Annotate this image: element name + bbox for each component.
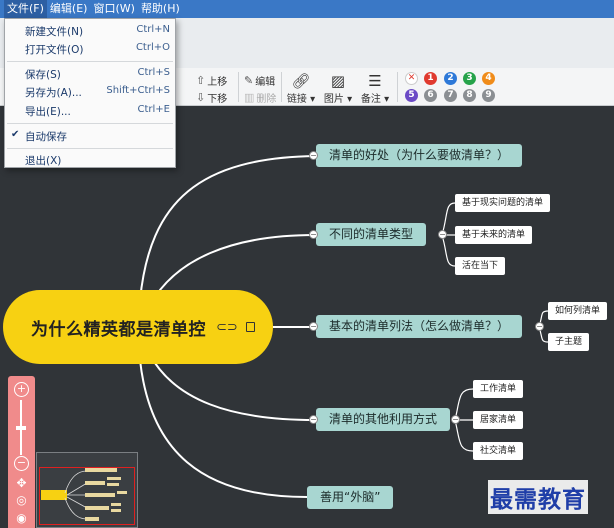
menu-item-label: 自动保存 (25, 131, 67, 143)
link-icon[interactable]: ⊂⊃ (216, 320, 238, 335)
menu-divider (7, 148, 173, 149)
note-icon[interactable] (245, 322, 255, 332)
menu-item-shortcut: Ctrl+N (136, 24, 170, 35)
branch-topic[interactable]: 清单的好处（为什么要做清单？） (316, 144, 523, 167)
leaf-topic[interactable]: 如何列清单 (548, 302, 608, 320)
branch-topic[interactable]: 善用“外脑” (307, 486, 394, 509)
checkmark-icon: ✔ (11, 129, 20, 140)
locate-icon[interactable]: ◎ (12, 493, 31, 507)
menu-item-shortcut: Ctrl+E (137, 104, 171, 115)
collapse-toggle-icon[interactable]: − (451, 415, 460, 424)
menu-item-save-as[interactable]: 另存为(A)... Shift+Ctrl+S (5, 83, 175, 101)
menu-item-shortcut: Shift+Ctrl+S (106, 85, 170, 96)
move-icon[interactable]: ✥ (12, 476, 31, 490)
zoom-in-icon[interactable]: + (14, 382, 29, 397)
root-topic[interactable]: 为什么精英都是清单控 ⊂⊃ (3, 290, 273, 364)
menu-item-save[interactable]: 保存(S) Ctrl+S (5, 65, 175, 83)
menu-item-label: 新建文件(N) (25, 26, 84, 38)
minimap[interactable] (36, 452, 138, 528)
zoom-slider-handle[interactable] (16, 426, 26, 430)
eye-icon[interactable]: ◉ (12, 511, 31, 525)
menu-divider (7, 61, 173, 62)
file-menu-dropdown: 新建文件(N) Ctrl+N 打开文件(O) Ctrl+O 保存(S) Ctrl… (4, 18, 176, 168)
watermark: 最需教育 (488, 480, 588, 514)
leaf-topic[interactable]: 基于未来的清单 (455, 226, 533, 244)
menu-item-new-file[interactable]: 新建文件(N) Ctrl+N (5, 22, 175, 40)
leaf-topic[interactable]: 子主题 (548, 333, 590, 351)
collapse-toggle-icon[interactable]: − (309, 322, 318, 331)
root-topic-label: 为什么精英都是清单控 (31, 319, 206, 340)
menu-item-open-file[interactable]: 打开文件(O) Ctrl+O (5, 40, 175, 58)
menu-divider (7, 123, 173, 124)
leaf-topic[interactable]: 基于现实问题的清单 (455, 194, 551, 212)
leaf-topic[interactable]: 活在当下 (455, 257, 506, 275)
menu-item-label: 导出(E)... (25, 106, 71, 118)
menu-item-label: 保存(S) (25, 69, 61, 81)
leaf-topic[interactable]: 工作清单 (473, 380, 524, 398)
menu-item-export[interactable]: 导出(E)... Ctrl+E (5, 102, 175, 120)
branch-topic[interactable]: 不同的清单类型 (316, 223, 427, 246)
branch-topic[interactable]: 基本的清单列法（怎么做清单？） (316, 315, 523, 338)
zoom-out-icon[interactable]: − (14, 456, 29, 471)
leaf-topic[interactable]: 社交清单 (473, 442, 524, 460)
collapse-toggle-icon[interactable]: − (309, 151, 318, 160)
collapse-toggle-icon[interactable]: − (535, 322, 544, 331)
leaf-topic[interactable]: 居家清单 (473, 411, 524, 429)
menu-item-label: 另存为(A)... (25, 87, 82, 99)
collapse-toggle-icon[interactable]: − (438, 230, 447, 239)
menu-item-exit[interactable]: 退出(X) (5, 151, 175, 169)
menu-item-autosave[interactable]: ✔ 自动保存 (5, 127, 175, 145)
collapse-toggle-icon[interactable]: − (309, 415, 318, 424)
menu-item-shortcut: Ctrl+S (137, 67, 170, 78)
branch-topic[interactable]: 清单的其他利用方式 (316, 408, 451, 431)
collapse-toggle-icon[interactable]: − (309, 230, 318, 239)
zoom-panel: + − ✥ ◎ ◉ (8, 376, 35, 528)
menu-item-shortcut: Ctrl+O (135, 42, 170, 53)
menu-item-label: 打开文件(O) (25, 44, 84, 56)
menu-item-label: 退出(X) (25, 155, 62, 167)
minimap-preview (41, 468, 127, 521)
